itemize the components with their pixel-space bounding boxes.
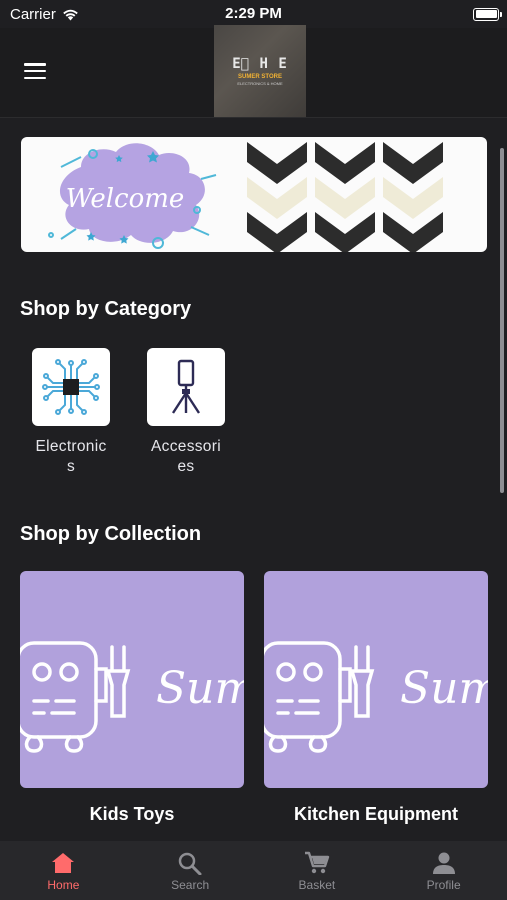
tab-label: Home (47, 878, 80, 892)
store-logo: E⃞ H E SUMER STORE ELECTRONICS & HOME (214, 25, 306, 117)
collection-label: Kids Toys (89, 804, 175, 824)
home-icon (52, 853, 75, 873)
category-electronics[interactable]: Electronics (26, 348, 116, 477)
cart-icon (304, 851, 330, 874)
collection-art-text: Sum (156, 663, 244, 714)
menu-icon[interactable] (24, 63, 46, 79)
banner-art: Welcome (48, 142, 443, 252)
status-bar: Carrier 2:29 PM (0, 0, 507, 28)
collection-tile[interactable]: Sum (20, 571, 244, 788)
category-section-title: Shop by Category (20, 298, 192, 320)
logo-mark: E⃞ H E (232, 56, 288, 72)
welcome-banner[interactable]: Welcome (21, 137, 487, 252)
scroll-indicator[interactable] (500, 148, 504, 493)
collection-art-text: Sum (400, 663, 488, 714)
search-icon (178, 852, 202, 875)
collection-tile[interactable]: Sum (264, 571, 488, 788)
tab-home[interactable]: Home (0, 841, 127, 900)
category-label: Electronics (35, 438, 107, 475)
collection-label: Kitchen Equipment (293, 804, 458, 824)
app-header: E⃞ H E SUMER STORE ELECTRONICS & HOME (0, 25, 507, 118)
bottom-tab-bar: Home Search Basket Profile (0, 841, 507, 900)
tab-label: Profile (426, 878, 461, 892)
phone-tripod-icon (171, 359, 201, 414)
collection-section-title: Shop by Collection (20, 523, 202, 545)
category-tile[interactable] (147, 348, 225, 426)
logo-tagline: ELECTRONICS & HOME (237, 81, 283, 86)
category-label: Accessories (151, 438, 221, 475)
tab-basket[interactable]: Basket (254, 841, 381, 900)
tab-label: Basket (298, 878, 336, 892)
logo-store-name: SUMER STORE (238, 74, 282, 80)
tab-label: Search (171, 878, 210, 892)
battery-icon (473, 7, 502, 21)
tab-profile[interactable]: Profile (380, 841, 507, 900)
collection-kitchen-equipment[interactable]: Sum Kitchen Equipment (264, 571, 488, 825)
tab-search[interactable]: Search (127, 841, 254, 900)
category-tile[interactable] (32, 348, 110, 426)
status-time: 2:29 PM (225, 5, 282, 22)
collection-kids-toys[interactable]: Sum Kids Toys (20, 571, 244, 825)
circuit-chip-icon (42, 359, 100, 415)
category-accessories[interactable]: Accessories (141, 348, 231, 477)
robot-art: Sum (264, 641, 488, 753)
chevron-pattern (247, 142, 443, 252)
robot-art: Sum (20, 641, 244, 753)
person-icon (432, 852, 455, 874)
banner-welcome-text: Welcome (66, 184, 185, 214)
